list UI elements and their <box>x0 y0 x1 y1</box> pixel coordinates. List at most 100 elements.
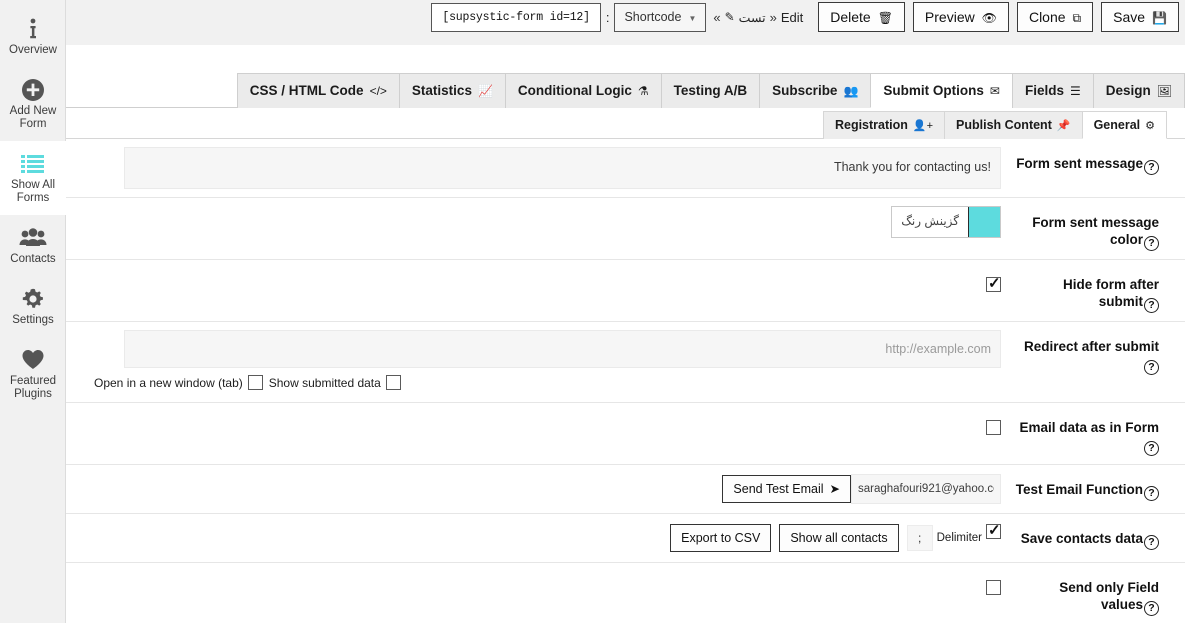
send-test-email-button[interactable]: Send Test Email ➤ <box>722 475 851 503</box>
save-contacts-data-label: Save contacts data <box>1020 531 1143 546</box>
save-button[interactable]: Save 💾 <box>1101 2 1179 32</box>
test-email-function-label: Test Email Function <box>1015 482 1143 497</box>
row-control: گزینش رنگ <box>66 198 1007 246</box>
row-label: Test Email Function? <box>1007 465 1185 509</box>
tab-label: Conditional Logic <box>517 83 632 98</box>
open-new-window-group: Open in a new window (tab) <box>94 375 263 390</box>
test-email-input[interactable] <box>851 474 1001 504</box>
subtab-general[interactable]: General ⚙ <box>1081 111 1167 139</box>
help-icon[interactable]: ? <box>1144 486 1159 501</box>
shortcode-dropdown-label: Shortcode <box>624 9 682 24</box>
sidebar-item-add-new-form[interactable]: Add New Form <box>0 67 66 141</box>
list-icon <box>2 150 64 176</box>
form-sent-message-textarea[interactable] <box>124 147 1001 189</box>
save-button-label: Save <box>1113 9 1146 25</box>
help-icon[interactable]: ? <box>1144 360 1159 375</box>
send-test-email-label: Send Test Email <box>733 482 824 496</box>
tab-label: CSS / HTML Code <box>249 83 364 98</box>
code-icon: </> <box>369 84 387 98</box>
tab-design[interactable]: Design 🖼 <box>1092 73 1185 108</box>
sidebar-item-label: Overview <box>9 44 57 56</box>
tab-label: Design <box>1105 83 1151 98</box>
users-icon: 👥 <box>843 84 859 98</box>
top-toolbar: [supsystic-form id=12] : Shortcode ▼ « ✎ … <box>66 0 1185 45</box>
user-plus-icon: 👤+ <box>912 120 934 132</box>
tab-label: Submit Options <box>883 83 984 98</box>
help-icon[interactable]: ? <box>1144 601 1159 616</box>
sidebar-item-label: Add New Form <box>9 105 57 130</box>
sidebar-item-contacts[interactable]: Contacts <box>0 215 66 276</box>
sidebar-item-overview[interactable]: Overview <box>0 6 66 67</box>
tab-label: Subscribe <box>772 83 838 98</box>
row-save-contacts-data: Export to CSV Show all contacts Delimite… <box>66 514 1185 563</box>
show-submitted-data-checkbox[interactable] <box>385 375 401 390</box>
form-name: تست <box>738 10 766 25</box>
chart-icon: 📈 <box>477 84 493 98</box>
tab-submit-options[interactable]: Submit Options ✉ <box>870 73 1013 108</box>
export-to-csv-button[interactable]: Export to CSV <box>670 524 772 552</box>
row-redirect-after-submit: Open in a new window (tab) Show submitte… <box>66 322 1185 403</box>
paper-plane-icon: ➤ <box>829 482 840 496</box>
envelope-icon: ✉ <box>989 84 1000 98</box>
shortcode-value[interactable]: [supsystic-form id=12] <box>431 2 601 32</box>
eye-icon: 👁 <box>981 11 997 25</box>
shortcode-separator: : <box>605 9 610 25</box>
delete-button[interactable]: Delete 🗑 <box>818 2 905 32</box>
image-icon: 🖼 <box>1156 84 1172 98</box>
color-swatch[interactable] <box>968 207 1000 237</box>
help-icon[interactable]: ? <box>1144 441 1159 456</box>
edit-label: Edit <box>780 9 804 25</box>
subtab-spacer <box>1167 111 1185 138</box>
subtab-label: General <box>1093 118 1141 132</box>
row-label: Send only Field values? <box>1007 563 1185 623</box>
help-icon[interactable]: ? <box>1144 298 1159 313</box>
sidebar-item-settings[interactable]: Settings <box>0 276 66 337</box>
info-icon <box>2 15 64 41</box>
pencil-icon[interactable]: ✎ <box>725 10 735 24</box>
guillemet-close: » <box>769 9 777 25</box>
tab-css-html-code[interactable]: CSS / HTML Code </> <box>236 73 400 108</box>
delimiter-label: Delimiter <box>936 532 982 544</box>
delimiter-input[interactable] <box>906 525 933 551</box>
subtab-registration[interactable]: Registration 👤+ <box>822 111 946 139</box>
sidebar-item-label: Show All Forms <box>10 179 56 204</box>
preview-button[interactable]: Preview 👁 <box>912 2 1009 32</box>
tab-statistics[interactable]: Statistics 📈 <box>398 73 506 108</box>
tab-testing-ab[interactable]: Testing A/B <box>660 73 761 108</box>
sidebar-item-label: Settings <box>12 314 54 326</box>
app-root: Overview Add New Form Show All Forms Con… <box>0 0 1185 623</box>
show-all-contacts-button[interactable]: Show all contacts <box>779 524 899 552</box>
hide-form-after-submit-checkbox[interactable] <box>986 274 1001 292</box>
show-submitted-data-label: Show submitted data <box>268 375 381 390</box>
tab-subscribe[interactable]: Subscribe 👥 <box>759 73 872 108</box>
shortcode-dropdown[interactable]: Shortcode ▼ <box>614 2 707 32</box>
trash-icon: 🗑 <box>877 11 893 25</box>
help-icon[interactable]: ? <box>1144 535 1159 550</box>
sidebar-item-featured-plugins[interactable]: Featured Plugins <box>0 337 66 411</box>
row-control <box>66 403 1007 451</box>
subtab-publish-content[interactable]: Publish Content 📌 <box>944 111 1083 139</box>
sidebar-item-label: Contacts <box>10 253 56 265</box>
help-icon[interactable]: ? <box>1144 236 1159 251</box>
tab-fields[interactable]: Fields ☰ <box>1011 73 1094 108</box>
row-label: Save contacts data? <box>1007 514 1185 558</box>
row-control <box>66 563 1007 611</box>
redirect-url-input[interactable] <box>124 330 1001 368</box>
row-send-only-field-values: Send only Field values? <box>66 563 1185 623</box>
main-tabs: CSS / HTML Code </> Statistics 📈 Condition… <box>66 73 1185 108</box>
send-only-field-values-checkbox[interactable] <box>986 579 1001 595</box>
save-contacts-data-checkbox[interactable] <box>986 521 1001 539</box>
row-email-data-as-in-form: Email data as in Form? <box>66 403 1185 465</box>
email-data-as-in-form-checkbox[interactable] <box>986 419 1001 435</box>
sidebar-item-show-all-forms[interactable]: Show All Forms <box>0 141 66 215</box>
row-label: Email data as in Form? <box>1007 403 1185 464</box>
clone-button[interactable]: Clone ⧉ <box>1016 2 1094 32</box>
help-icon[interactable]: ? <box>1144 160 1159 175</box>
redirect-options: Open in a new window (tab) Show submitte… <box>94 368 1001 394</box>
tab-conditional-logic[interactable]: Conditional Logic ⚗ <box>504 73 662 108</box>
color-picker[interactable]: گزینش رنگ <box>891 206 1001 238</box>
gear-icon: ⚙ <box>1145 120 1155 132</box>
heart-icon <box>2 346 64 372</box>
options-list: Form sent message? گزینش رنگ Form sent m… <box>66 139 1185 623</box>
open-new-window-checkbox[interactable] <box>247 375 263 390</box>
